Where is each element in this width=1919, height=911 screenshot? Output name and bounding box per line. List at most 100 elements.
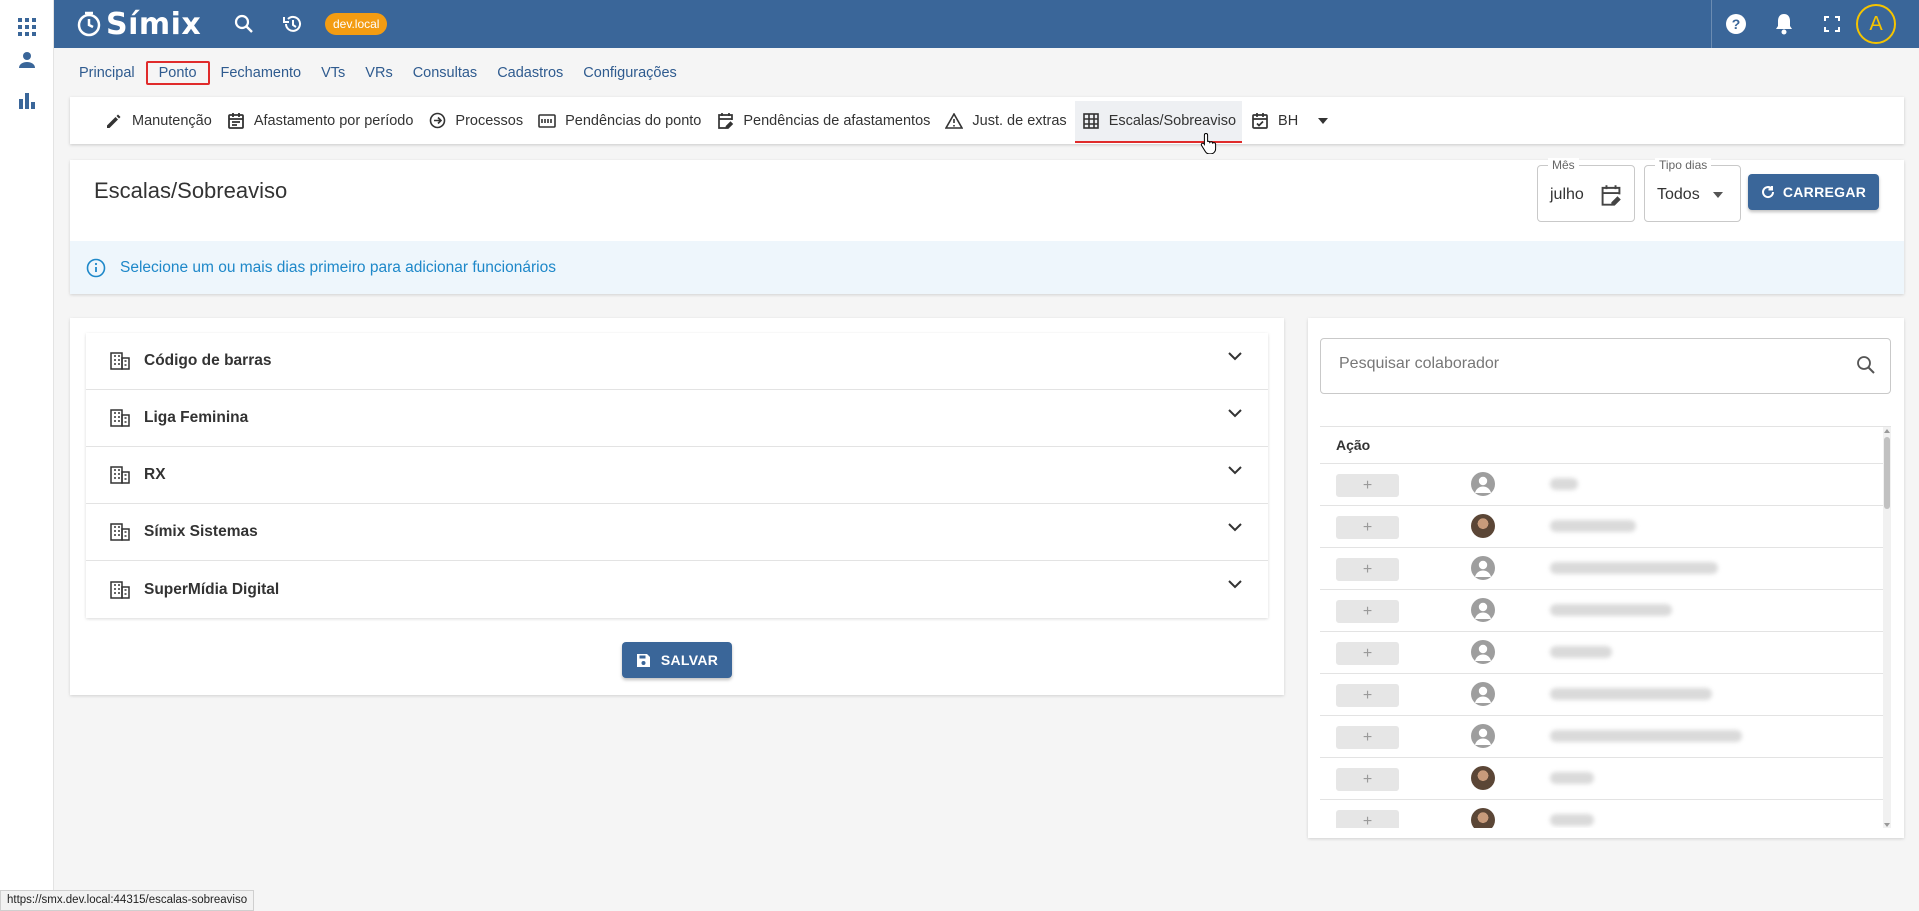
info-alert: Selecione um ou mais dias primeiro para … — [70, 241, 1904, 294]
employee-name-obscured — [1550, 772, 1594, 784]
month-field[interactable]: Mês julho — [1537, 158, 1635, 222]
status-url: https://smx.dev.local:44315/escalas-sobr… — [0, 890, 255, 911]
subnav-manutencao[interactable]: Manutenção — [98, 101, 218, 141]
topbar-divider — [1711, 0, 1712, 48]
subnav-label: Processos — [455, 112, 524, 129]
bar-chart-icon[interactable] — [17, 90, 37, 110]
day-type-value: Todos — [1657, 186, 1700, 203]
scroll-down-arrow[interactable] — [1884, 823, 1890, 827]
sub-nav: Manutenção Afastamento por período Proce… — [70, 97, 1904, 144]
app-name: Símix — [106, 6, 202, 42]
avatar — [1471, 556, 1495, 580]
subnav-processos[interactable]: Processos — [421, 101, 529, 141]
fullscreen-icon[interactable] — [1820, 12, 1844, 36]
caret-down-icon — [1713, 192, 1723, 198]
app-logo[interactable]: Símix — [76, 6, 201, 42]
chevron-down-icon — [1228, 352, 1242, 361]
calendar-edit-icon — [715, 111, 735, 131]
add-employee-button[interactable]: + — [1336, 768, 1399, 791]
subnav-just-extras[interactable]: Just. de extras — [938, 101, 1072, 141]
table-scrollbar[interactable] — [1883, 427, 1891, 828]
save-icon — [636, 653, 650, 667]
tab-cadastros[interactable]: Cadastros — [488, 61, 572, 85]
day-type-label: Tipo dias — [1655, 158, 1712, 172]
add-employee-button[interactable]: + — [1336, 516, 1399, 539]
help-icon[interactable]: ? — [1724, 12, 1748, 36]
scroll-thumb[interactable] — [1884, 437, 1890, 509]
employee-name-obscured — [1550, 730, 1742, 742]
subnav-afastamento-periodo[interactable]: Afastamento por período — [220, 101, 420, 141]
chevron-down-icon — [1228, 523, 1242, 532]
tab-fechamento[interactable]: Fechamento — [212, 61, 311, 85]
top-app-bar: Símix dev.local ? A — [54, 0, 1919, 48]
tab-ponto[interactable]: Ponto — [145, 61, 210, 85]
save-button[interactable]: SALVAR — [622, 642, 732, 678]
employee-search-field[interactable] — [1320, 338, 1891, 394]
add-employee-button[interactable]: + — [1336, 600, 1399, 623]
company-panel[interactable]: SuperMídia Digital — [86, 561, 1268, 618]
company-panel[interactable]: Código de barras — [86, 333, 1268, 390]
add-employee-button[interactable]: + — [1336, 726, 1399, 749]
search-icon[interactable] — [232, 12, 256, 36]
table-row: + — [1320, 464, 1891, 506]
tab-vts[interactable]: VTs — [312, 61, 354, 85]
employees-table: Ação + + + + + + + + + — [1320, 426, 1891, 828]
scroll-up-arrow[interactable] — [1884, 429, 1890, 433]
day-type-select[interactable]: Tipo dias Todos — [1644, 158, 1741, 222]
companies-card: Código de barras Liga Feminina RX Símix … — [70, 318, 1284, 695]
table-row: + — [1320, 674, 1891, 716]
avatar — [1471, 808, 1495, 828]
company-panel[interactable]: Liga Feminina — [86, 390, 1268, 447]
subnav-label: Escalas/Sobreaviso — [1108, 112, 1237, 129]
employee-name-obscured — [1550, 688, 1712, 700]
clock-logo-icon — [77, 11, 101, 37]
companies-expansion-list: Código de barras Liga Feminina RX Símix … — [86, 333, 1268, 618]
table-row: + — [1320, 758, 1891, 800]
subnav-pendencias-afastamentos[interactable]: Pendências de afastamentos — [709, 101, 936, 141]
table-row: + — [1320, 716, 1891, 758]
company-panel[interactable]: RX — [86, 447, 1268, 504]
building-icon — [110, 523, 130, 541]
add-employee-button[interactable]: + — [1336, 642, 1399, 665]
warning-icon — [944, 111, 964, 131]
building-icon — [110, 466, 130, 484]
add-employee-button[interactable]: + — [1336, 810, 1399, 828]
subnav-bh[interactable]: BH — [1244, 101, 1334, 141]
employees-card: Ação + + + + + + + + + — [1308, 318, 1904, 838]
page-title: Escalas/Sobreaviso — [94, 178, 288, 203]
company-panel[interactable]: Símix Sistemas — [86, 504, 1268, 561]
employees-rows: + + + + + + + + + — [1320, 464, 1891, 828]
chevron-down-icon — [1228, 580, 1242, 589]
user-avatar[interactable]: A — [1856, 4, 1896, 44]
employee-search-input[interactable] — [1339, 355, 1819, 373]
subnav-label: Just. de extras — [972, 112, 1067, 129]
person-icon[interactable] — [17, 50, 37, 70]
company-label: Símix Sistemas — [144, 523, 258, 540]
avatar — [1471, 640, 1495, 664]
table-row: + — [1320, 590, 1891, 632]
subnav-pendencias-ponto[interactable]: Pendências do ponto — [531, 101, 707, 141]
add-employee-button[interactable]: + — [1336, 558, 1399, 581]
tab-consultas[interactable]: Consultas — [404, 61, 486, 85]
notifications-icon[interactable] — [1772, 12, 1796, 36]
apps-grid-icon[interactable] — [17, 17, 37, 37]
subnav-label: Pendências de afastamentos — [743, 112, 931, 129]
employee-name-obscured — [1550, 814, 1594, 826]
employee-name-obscured — [1550, 562, 1718, 574]
calendar-edit-icon[interactable] — [1600, 184, 1622, 206]
caret-down-icon — [1318, 117, 1329, 124]
table-row: + — [1320, 632, 1891, 674]
save-button-label: SALVAR — [660, 652, 719, 668]
tab-configuracoes[interactable]: Configurações — [574, 61, 686, 85]
add-employee-button[interactable]: + — [1336, 474, 1399, 497]
history-icon[interactable] — [281, 12, 305, 36]
tab-vrs[interactable]: VRs — [356, 61, 401, 85]
tab-principal[interactable]: Principal — [70, 61, 144, 85]
left-rail — [0, 0, 54, 911]
avatar — [1471, 472, 1495, 496]
load-button[interactable]: CARREGAR — [1748, 174, 1879, 210]
table-row: + — [1320, 800, 1891, 828]
search-icon[interactable] — [1856, 355, 1876, 375]
add-employee-button[interactable]: + — [1336, 684, 1399, 707]
employee-name-obscured — [1550, 604, 1672, 616]
